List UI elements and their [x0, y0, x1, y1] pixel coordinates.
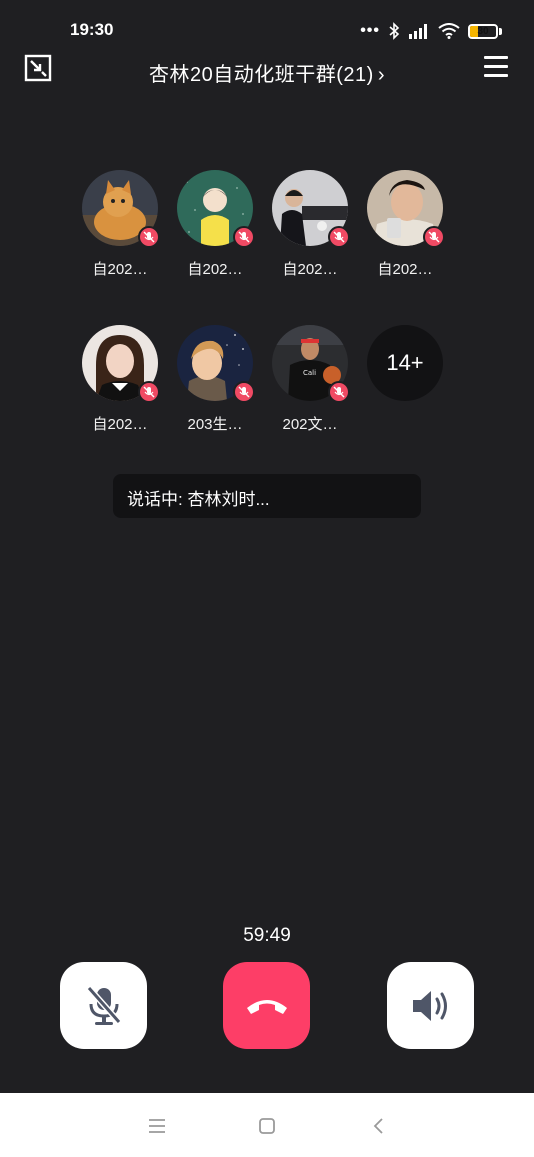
- member-name: 203生…: [187, 416, 243, 433]
- menu-lines-icon: [149, 1119, 165, 1133]
- recent-apps-button[interactable]: [146, 1115, 168, 1137]
- square-icon: [259, 1118, 275, 1134]
- status-bar: 19:30 ••• 30: [0, 0, 534, 52]
- member-item[interactable]: 自202…: [177, 170, 255, 279]
- status-icons: ••• 30: [360, 20, 502, 42]
- member-name: 202文…: [282, 416, 338, 433]
- signal-icon: [409, 24, 427, 39]
- member-item[interactable]: 自202…: [82, 325, 160, 434]
- call-timer: 59:49: [243, 925, 291, 946]
- member-name: 自202…: [187, 261, 243, 278]
- menu-button[interactable]: [484, 56, 508, 80]
- mic-muted-badge: [328, 226, 350, 248]
- hangup-button[interactable]: [223, 962, 310, 1049]
- member-name: 自202…: [92, 261, 148, 278]
- wifi-icon: [438, 23, 460, 39]
- member-grid: 自202… 自202… 自202… 自202… 自202… 203生… Cali…: [82, 170, 454, 434]
- mic-muted-badge: [138, 381, 160, 403]
- member-item[interactable]: 自202…: [272, 170, 350, 279]
- speaking-indicator: 说话中: 杏林刘时...: [113, 474, 421, 518]
- status-time: 19:30: [70, 20, 114, 39]
- chevron-right-icon: ›: [377, 64, 385, 86]
- member-item[interactable]: 自202…: [82, 170, 160, 279]
- member-name: 自202…: [282, 261, 338, 278]
- mic-off-icon: [86, 985, 121, 1025]
- header: 杏林20自动化班干群(21) ›: [0, 48, 534, 94]
- phone-hangup-icon: [246, 999, 287, 1014]
- system-nav-bar: [0, 1093, 534, 1157]
- bluetooth-icon: [389, 22, 400, 40]
- svg-text:Cali: Cali: [303, 369, 316, 377]
- group-title[interactable]: 杏林20自动化班干群(21) ›: [0, 58, 534, 87]
- member-item[interactable]: 203生…: [177, 325, 255, 434]
- mic-muted-badge: [233, 226, 255, 248]
- more-members-count: 14+: [367, 325, 443, 401]
- mic-muted-badge: [138, 226, 160, 248]
- back-button[interactable]: [368, 1115, 390, 1137]
- speaker-button[interactable]: [387, 962, 474, 1049]
- mute-button[interactable]: [60, 962, 147, 1049]
- member-item[interactable]: 自202…: [367, 170, 445, 279]
- home-button[interactable]: [256, 1115, 278, 1137]
- mic-muted-badge: [328, 381, 350, 403]
- group-title-text: 杏林20自动化班干群(21): [149, 64, 374, 86]
- chevron-left-icon: [373, 1118, 383, 1134]
- battery-level: 30: [477, 25, 489, 37]
- mic-muted-badge: [233, 381, 255, 403]
- notification-dots: •••: [360, 22, 380, 39]
- speaker-icon: [412, 990, 447, 1021]
- mic-muted-badge: [423, 226, 445, 248]
- member-name: 自202…: [92, 416, 148, 433]
- member-name: 自202…: [377, 261, 433, 278]
- member-item[interactable]: Cali 202文…: [272, 325, 350, 434]
- more-members[interactable]: 14+: [367, 325, 443, 434]
- battery-icon: 30: [468, 23, 498, 39]
